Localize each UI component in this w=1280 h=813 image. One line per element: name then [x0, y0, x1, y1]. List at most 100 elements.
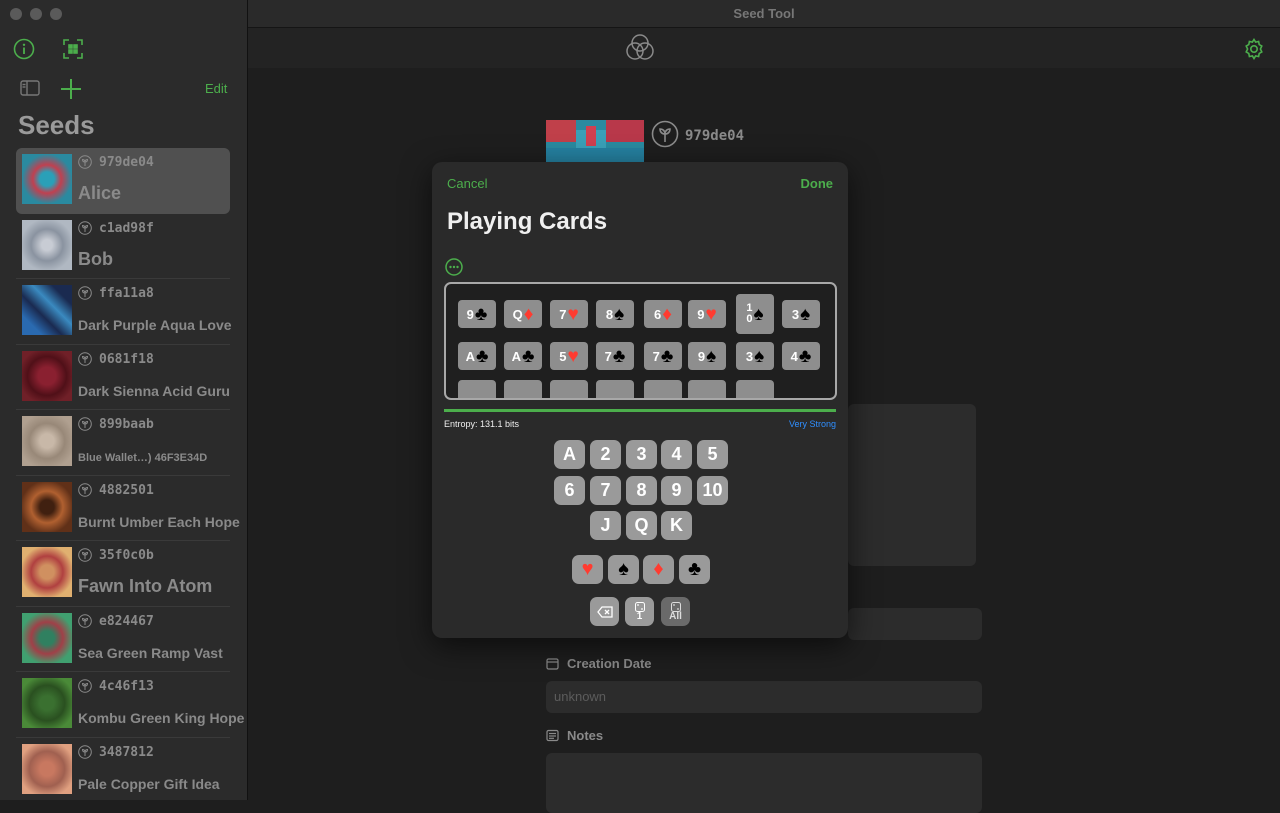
- entered-card: 3 ♠: [736, 342, 774, 370]
- card-rank: 3: [791, 306, 800, 322]
- card-rank: 5: [559, 348, 567, 364]
- notes-icon: [546, 729, 559, 742]
- close-window-button[interactable]: [10, 8, 22, 20]
- creation-date-label: Creation Date: [546, 656, 652, 671]
- seed-lifehash-thumbnail: [22, 481, 72, 532]
- seed-name: Dark Sienna Acid Guru: [78, 382, 230, 399]
- seed-lifehash-thumbnail: [22, 547, 72, 597]
- sheet-title: Playing Cards: [447, 208, 608, 235]
- playing-cards-sheet: Cancel Done Playing Cards 9 ♣ Q ♦ 7 ♥ 8 ♠ 6 ♦ 9 ♥ 1 0…: [432, 162, 848, 638]
- creation-date-field[interactable]: unknown: [546, 681, 982, 713]
- entered-card: 7 ♣: [644, 342, 682, 370]
- suit-key-diamonds[interactable]: ♦: [643, 555, 674, 584]
- card-rank: 9: [466, 306, 474, 322]
- card-suit-icon: ♣: [798, 345, 812, 367]
- seed-list-item[interactable]: c1ad98f Bob: [16, 214, 230, 279]
- seed-lifehash-thumbnail: [22, 678, 72, 728]
- seed-lifehash-thumbnail: [22, 416, 72, 466]
- entered-card: 9 ♣: [458, 300, 496, 328]
- card-rank: 9: [697, 306, 705, 322]
- seed-list-item[interactable]: 0681f18 Dark Sienna Acid Guru: [16, 345, 230, 410]
- random-all-label: All: [669, 610, 682, 622]
- entered-card: 9 ♥: [688, 300, 726, 328]
- rank-key-a[interactable]: A: [554, 440, 585, 469]
- spades-icon: ♠: [618, 558, 629, 580]
- entered-card: 1 0 ♠: [736, 294, 774, 334]
- diamonds-icon: ♦: [653, 558, 664, 580]
- notes-label-text: Notes: [567, 728, 604, 743]
- edit-button[interactable]: Edit: [205, 81, 227, 96]
- hearts-icon: ♥: [581, 558, 594, 580]
- entered-card-partial: [736, 380, 774, 398]
- seed-list-item[interactable]: ffa11a8 Dark Purple Aqua Love: [16, 279, 232, 345]
- rank-key-9[interactable]: 9: [661, 476, 692, 505]
- seed-name: Fawn Into Atom: [78, 576, 213, 596]
- rank-key-10[interactable]: 10: [697, 476, 728, 505]
- rank-key-4[interactable]: 4: [661, 440, 692, 469]
- seed-list-item[interactable]: 3487812 Pale Copper Gift Idea: [16, 738, 230, 801]
- rank-key-q[interactable]: Q: [626, 511, 657, 540]
- window-title: Seed Tool: [733, 6, 795, 21]
- seed-list-item[interactable]: e824467 Sea Green Ramp Vast: [16, 607, 230, 672]
- rank-key-5[interactable]: 5: [697, 440, 728, 469]
- random-all-button[interactable]: All: [661, 597, 690, 626]
- card-suit-icon: ♠: [614, 303, 625, 325]
- seed-list-item[interactable]: 35f0c0b Fawn Into Atom: [16, 541, 230, 607]
- entered-card: 5 ♥: [550, 342, 588, 370]
- seed-list-item[interactable]: 979de04 Alice: [16, 148, 230, 214]
- settings-gear-icon[interactable]: [1243, 37, 1265, 61]
- seed-fingerprint-icon: [78, 220, 92, 235]
- rank-key-j[interactable]: J: [590, 511, 621, 540]
- zoom-window-button[interactable]: [50, 8, 62, 20]
- seed-id: 979de04: [99, 155, 154, 170]
- toolbar: [248, 28, 1280, 68]
- notes-label: Notes: [546, 728, 603, 743]
- card-rank: 8: [605, 306, 614, 322]
- rank-key-3[interactable]: 3: [626, 440, 657, 469]
- rank-key-7[interactable]: 7: [590, 476, 621, 505]
- cancel-button[interactable]: Cancel: [447, 176, 487, 191]
- card-rank: 10: [746, 302, 753, 325]
- sidebar-title: Seeds: [18, 110, 95, 140]
- done-button[interactable]: Done: [801, 176, 834, 191]
- rank-key-2[interactable]: 2: [590, 440, 621, 469]
- seed-fingerprint-icon: [78, 679, 92, 693]
- card-suit-icon: ♦: [523, 303, 534, 325]
- suit-key-hearts[interactable]: ♥: [572, 555, 603, 584]
- app-logo-icon: [624, 32, 656, 64]
- random-one-button[interactable]: 1: [625, 597, 654, 626]
- seed-list-item[interactable]: 899baab Blue Wallet…) 46F3E34D: [16, 410, 230, 476]
- minimize-window-button[interactable]: [30, 8, 42, 20]
- card-rank: 7: [559, 306, 567, 322]
- entered-card: 6 ♦: [644, 300, 682, 328]
- card-suit-icon: ♥: [567, 345, 579, 367]
- seed-name: Pale Copper Gift Idea: [78, 775, 220, 792]
- entered-cards-view[interactable]: 9 ♣ Q ♦ 7 ♥ 8 ♠ 6 ♦ 9 ♥ 1 0 ♠ 3 ♠ A ♣ A ♣ 5 ♥ 7 ♣ 7 ♣ 9 ♠ 3 ♠ 4 ♣: [444, 282, 837, 400]
- entered-card: 7 ♣: [596, 342, 634, 370]
- suit-key-spades[interactable]: ♠: [608, 555, 639, 584]
- rank-key-k[interactable]: K: [661, 511, 692, 540]
- name-field-background: [848, 404, 976, 566]
- seed-lifehash-thumbnail: [22, 154, 72, 204]
- qr-scan-icon[interactable]: [62, 38, 84, 60]
- more-options-icon[interactable]: [445, 258, 463, 276]
- strength-label: Very Strong: [788, 419, 836, 429]
- notes-field[interactable]: [546, 753, 982, 813]
- seed-list-item[interactable]: 4c46f13 Kombu Green King Hope: [16, 672, 244, 738]
- sidebar: Edit Seeds 979de04 Alice c1ad98f Bob ffa11a8…: [0, 0, 248, 800]
- entered-card: 7 ♥: [550, 300, 588, 328]
- rank-key-8[interactable]: 8: [626, 476, 657, 505]
- seed-list-item[interactable]: 4882501 Burnt Umber Each Hope: [16, 476, 240, 541]
- card-suit-icon: ♥: [705, 303, 717, 325]
- entered-card: A ♣: [458, 342, 496, 370]
- card-rank: Q: [512, 306, 523, 322]
- card-rank: A: [465, 348, 475, 364]
- sidebar-toggle-icon[interactable]: [20, 80, 40, 96]
- suit-key-clubs[interactable]: ♣: [679, 555, 710, 584]
- backspace-button[interactable]: [590, 597, 619, 626]
- clubs-icon: ♣: [687, 558, 702, 580]
- info-icon[interactable]: [13, 38, 35, 60]
- rank-key-6[interactable]: 6: [554, 476, 585, 505]
- entered-card-partial: [596, 380, 634, 398]
- add-seed-icon[interactable]: [59, 77, 83, 101]
